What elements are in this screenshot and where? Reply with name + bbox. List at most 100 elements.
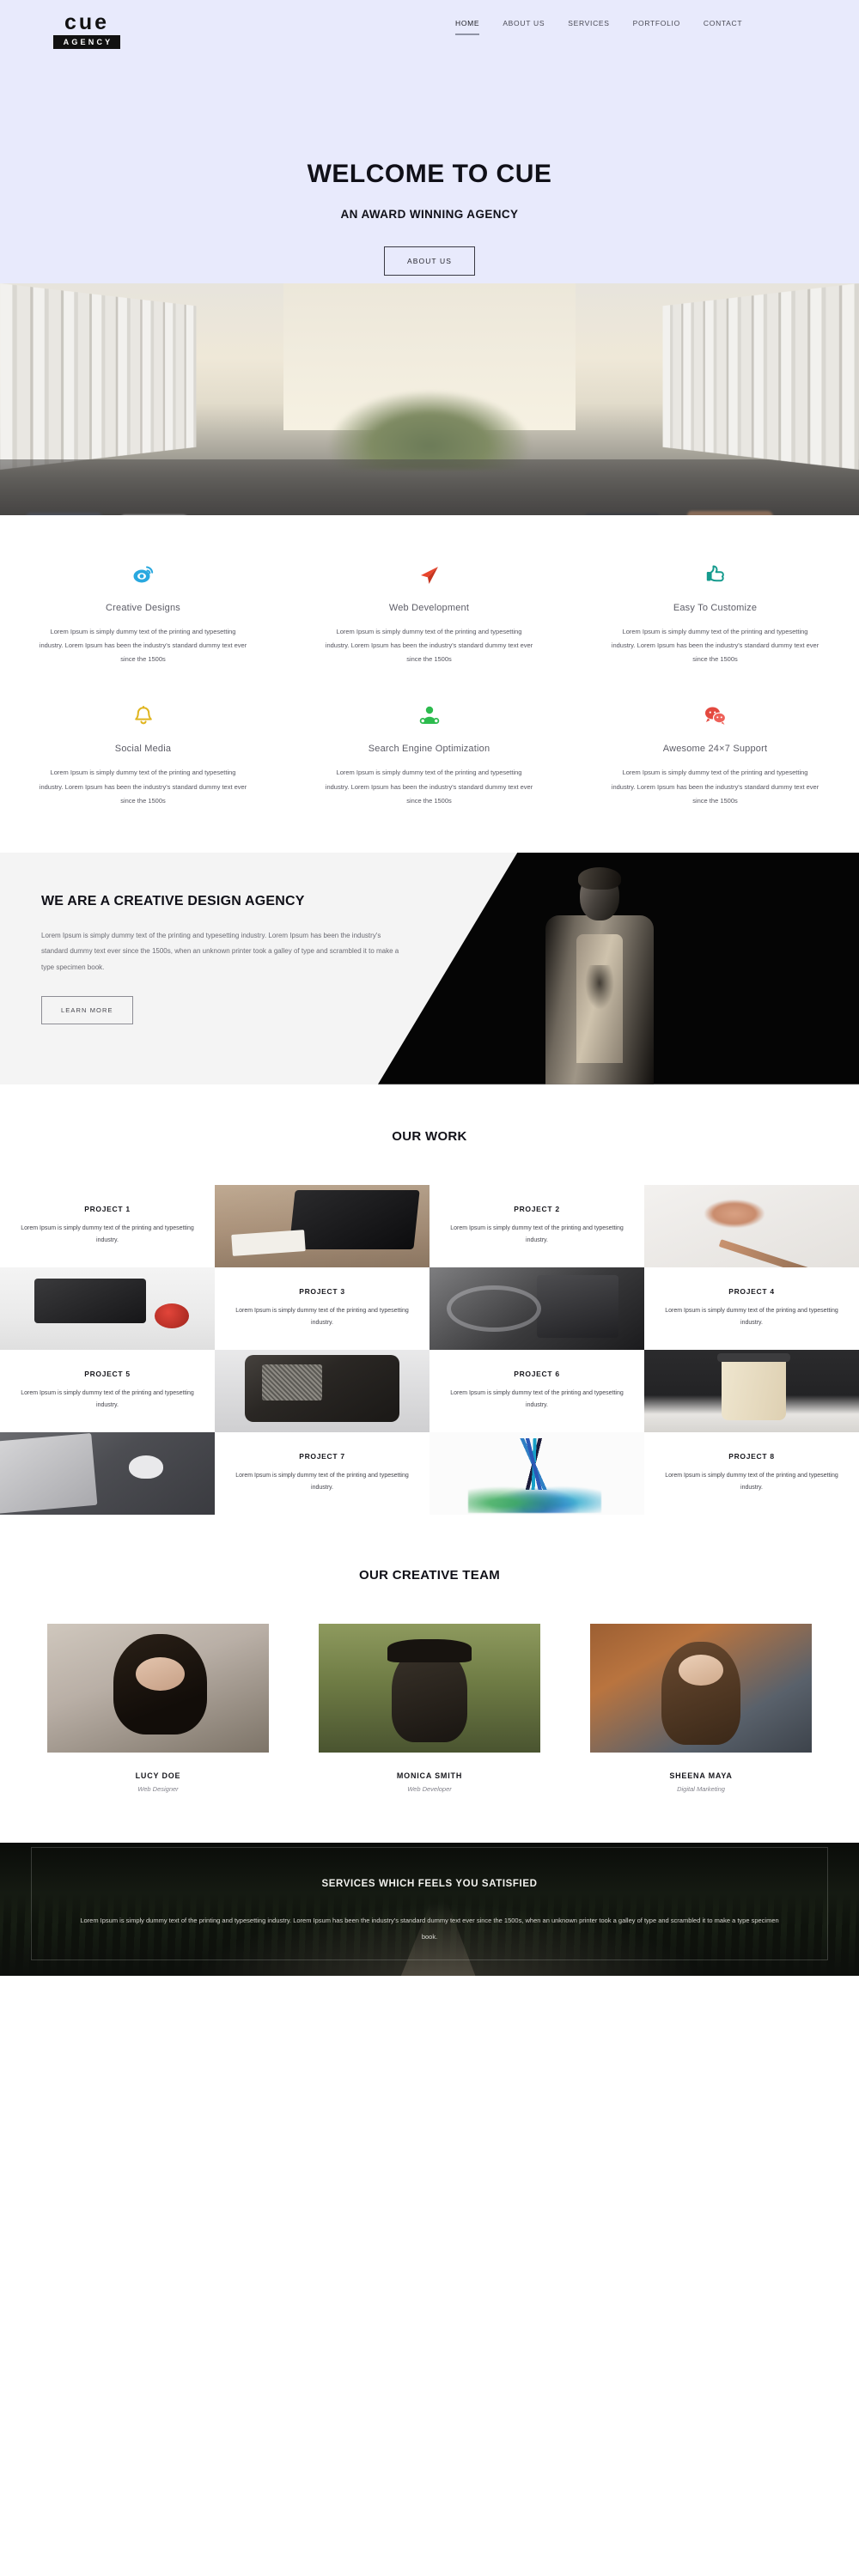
about-copy: WE ARE A CREATIVE DESIGN AGENCY Lorem Ip… xyxy=(0,853,404,1024)
cta-title: SERVICES WHICH FEELS YOU SATISFIED xyxy=(321,1878,538,1889)
member-name: LUCY DOE xyxy=(135,1771,181,1780)
project-title: PROJECT 5 xyxy=(84,1369,131,1378)
services-cta-section: SERVICES WHICH FEELS YOU SATISFIED Lorem… xyxy=(0,1842,859,1976)
project-card-1[interactable]: PROJECT 1 Lorem Ipsum is simply dummy te… xyxy=(0,1184,215,1267)
project-text: Lorem Ipsum is simply dummy text of the … xyxy=(235,1307,409,1327)
cta-content: SERVICES WHICH FEELS YOU SATISFIED Lorem… xyxy=(0,1843,859,1946)
nav-item-services[interactable]: SERVICES xyxy=(568,19,609,35)
feature-text: Lorem Ipsum is simply dummy text of the … xyxy=(39,628,247,664)
feature-title: Search Engine Optimization xyxy=(368,744,490,755)
project-image-5[interactable] xyxy=(215,1349,430,1432)
project-title: PROJECT 3 xyxy=(299,1286,345,1296)
hero-about-us-button[interactable]: ABOUT US xyxy=(383,246,476,276)
feature-title: Creative Designs xyxy=(106,603,180,613)
project-card-8[interactable]: PROJECT 8 Lorem Ipsum is simply dummy te… xyxy=(644,1431,859,1515)
project-title: PROJECT 7 xyxy=(299,1451,345,1461)
project-image-7[interactable] xyxy=(0,1431,215,1515)
our-work-section: OUR WORK PROJECT 1 Lorem Ipsum is simply… xyxy=(0,1084,859,1515)
project-title: PROJECT 2 xyxy=(514,1204,560,1213)
street-scene-graphic xyxy=(0,283,859,515)
man-portrait-graphic xyxy=(535,867,664,1084)
project-title: PROJECT 8 xyxy=(728,1451,775,1461)
logo-word: cue xyxy=(64,10,110,34)
feature-creative-designs: Creative Designs Lorem Ipsum is simply d… xyxy=(0,556,286,666)
work-grid: PROJECT 1 Lorem Ipsum is simply dummy te… xyxy=(0,1184,859,1515)
member-role: Web Designer xyxy=(137,1784,179,1793)
user-support-icon xyxy=(324,706,534,728)
project-title: PROJECT 1 xyxy=(84,1204,131,1213)
bell-icon xyxy=(38,706,248,728)
sheena-maya-photo xyxy=(590,1623,812,1753)
project-text: Lorem Ipsum is simply dummy text of the … xyxy=(235,1472,409,1492)
nav-item-contact[interactable]: CONTACT xyxy=(704,19,742,35)
project-text: Lorem Ipsum is simply dummy text of the … xyxy=(665,1307,838,1327)
feature-social-media: Social Media Lorem Ipsum is simply dummy… xyxy=(0,697,286,807)
project-text: Lorem Ipsum is simply dummy text of the … xyxy=(21,1224,194,1244)
project-image-8[interactable] xyxy=(430,1431,644,1515)
project-image-1[interactable] xyxy=(215,1184,430,1267)
feature-title: Web Development xyxy=(388,603,470,613)
thumbs-up-icon xyxy=(610,565,820,587)
hero-content: WELCOME TO CUE AN AWARD WINNING AGENCY A… xyxy=(0,52,859,276)
member-name: SHEENA MAYA xyxy=(669,1771,733,1780)
member-role: Web Developer xyxy=(407,1784,452,1793)
monica-smith-photo xyxy=(319,1623,540,1753)
feature-title: Awesome 24×7 Support xyxy=(662,744,768,755)
project-card-3[interactable]: PROJECT 3 Lorem Ipsum is simply dummy te… xyxy=(215,1267,430,1350)
feature-text: Lorem Ipsum is simply dummy text of the … xyxy=(611,628,819,664)
project-text: Lorem Ipsum is simply dummy text of the … xyxy=(450,1389,624,1409)
feature-text: Lorem Ipsum is simply dummy text of the … xyxy=(325,769,533,805)
project-image-6[interactable] xyxy=(644,1349,859,1432)
team-member-monica-smith[interactable]: MONICA SMITH Web Developer xyxy=(319,1623,540,1793)
hero-street-photo xyxy=(0,283,859,515)
project-title: PROJECT 6 xyxy=(514,1369,560,1378)
project-card-6[interactable]: PROJECT 6 Lorem Ipsum is simply dummy te… xyxy=(430,1349,644,1432)
team-member-lucy-doe[interactable]: LUCY DOE Web Designer xyxy=(47,1623,269,1793)
about-title: WE ARE A CREATIVE DESIGN AGENCY xyxy=(41,893,305,908)
feature-text: Lorem Ipsum is simply dummy text of the … xyxy=(611,769,819,805)
project-text: Lorem Ipsum is simply dummy text of the … xyxy=(665,1472,838,1492)
nav-item-home[interactable]: HOME xyxy=(455,19,480,35)
project-text: Lorem Ipsum is simply dummy text of the … xyxy=(21,1389,194,1409)
cars-graphic xyxy=(0,480,859,515)
member-role: Digital Marketing xyxy=(677,1784,725,1793)
feature-title: Easy To Customize xyxy=(673,603,758,613)
project-image-4[interactable] xyxy=(430,1267,644,1350)
feature-title: Social Media xyxy=(114,744,172,755)
project-card-7[interactable]: PROJECT 7 Lorem Ipsum is simply dummy te… xyxy=(215,1431,430,1515)
project-card-5[interactable]: PROJECT 5 Lorem Ipsum is simply dummy te… xyxy=(0,1349,215,1432)
features-row-1: Creative Designs Lorem Ipsum is simply d… xyxy=(0,556,859,666)
project-card-2[interactable]: PROJECT 2 Lorem Ipsum is simply dummy te… xyxy=(430,1184,644,1267)
project-image-3[interactable] xyxy=(0,1267,215,1350)
about-portrait-photo xyxy=(378,852,859,1084)
learn-more-button[interactable]: LEARN MORE xyxy=(41,995,133,1024)
features-section: Creative Designs Lorem Ipsum is simply d… xyxy=(0,515,859,853)
feature-text: Lorem Ipsum is simply dummy text of the … xyxy=(325,628,533,664)
main-navigation: HOME ABOUT US SERVICES PORTFOLIO CONTACT xyxy=(455,19,742,35)
our-work-title: OUR WORK xyxy=(392,1128,467,1144)
hero-title: WELCOME TO CUE xyxy=(307,160,552,188)
project-image-2[interactable] xyxy=(644,1184,859,1267)
paper-plane-icon xyxy=(324,565,534,587)
feature-text: Lorem Ipsum is simply dummy text of the … xyxy=(39,769,247,805)
feature-web-development: Web Development Lorem Ipsum is simply du… xyxy=(286,556,572,666)
about-text: Lorem Ipsum is simply dummy text of the … xyxy=(41,931,399,971)
team-member-sheena-maya[interactable]: SHEENA MAYA Digital Marketing xyxy=(590,1623,812,1793)
member-name: MONICA SMITH xyxy=(396,1771,463,1780)
project-card-4[interactable]: PROJECT 4 Lorem Ipsum is simply dummy te… xyxy=(644,1267,859,1350)
lucy-doe-photo xyxy=(47,1623,269,1753)
logo-subtitle: AGENCY xyxy=(53,35,120,49)
feature-search-engine-optimization: Search Engine Optimization Lorem Ipsum i… xyxy=(286,697,572,807)
nav-item-portfolio[interactable]: PORTFOLIO xyxy=(633,19,680,35)
hero-section: WELCOME TO CUE AN AWARD WINNING AGENCY A… xyxy=(0,52,859,515)
weibo-eye-icon xyxy=(38,565,248,587)
nav-item-about-us[interactable]: ABOUT US xyxy=(503,19,545,35)
project-text: Lorem Ipsum is simply dummy text of the … xyxy=(450,1224,624,1244)
about-section: WE ARE A CREATIVE DESIGN AGENCY Lorem Ip… xyxy=(0,852,859,1084)
logo[interactable]: cue AGENCY xyxy=(53,12,120,49)
our-team-section: OUR CREATIVE TEAM LUCY DOE Web Designer … xyxy=(0,1514,859,1843)
trees-graphic xyxy=(326,390,533,470)
cta-text: Lorem Ipsum is simply dummy text of the … xyxy=(80,1916,779,1941)
feature-easy-to-customize: Easy To Customize Lorem Ipsum is simply … xyxy=(572,556,858,666)
our-team-title: OUR CREATIVE TEAM xyxy=(359,1567,500,1583)
